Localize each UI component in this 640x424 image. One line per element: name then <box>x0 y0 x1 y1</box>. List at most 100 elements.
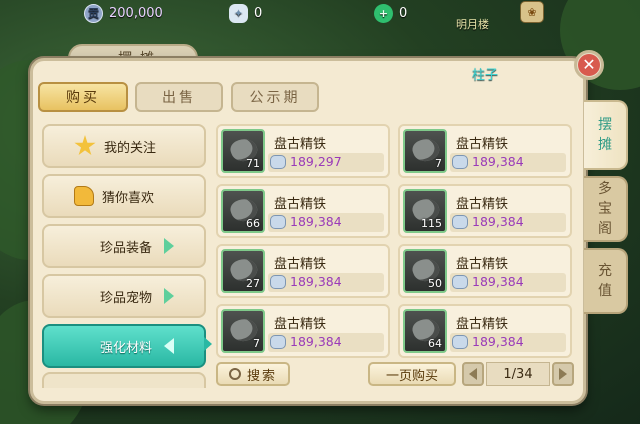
category-label: 珍品宠物 <box>99 290 152 306</box>
side-tab-stall[interactable]: 摆 摊 <box>584 100 628 170</box>
item-price: 189,297 <box>290 154 342 169</box>
buy-page-button[interactable]: 一页购买 <box>368 362 456 386</box>
item-card[interactable]: 50 盘古精铁 189,384 <box>398 244 572 298</box>
item-icon: 7 <box>221 309 265 353</box>
next-page-button[interactable] <box>552 362 574 386</box>
side-tab-char: 摊 <box>598 137 612 153</box>
star-icon <box>74 135 96 156</box>
category-rare-pets[interactable]: 珍品宠物 <box>42 274 206 318</box>
item-quantity: 7 <box>435 157 442 170</box>
jade-add-icon[interactable]: + <box>374 3 393 23</box>
chevron-left-icon <box>164 338 174 354</box>
prev-page-button[interactable] <box>462 362 484 386</box>
item-card[interactable]: 7 盘古精铁 189,384 <box>216 304 390 358</box>
item-quantity: 71 <box>246 157 260 170</box>
item-price: 189,384 <box>290 334 342 349</box>
search-icon <box>228 368 241 380</box>
category-my-follow[interactable]: 我的关注 <box>42 124 206 168</box>
side-tab-treasure-shop[interactable]: 多 宝 阁 <box>584 176 628 242</box>
item-price: 189,384 <box>290 274 342 289</box>
jade-value: 0 <box>399 5 408 21</box>
player-name: 柱子 <box>472 68 499 83</box>
category-list-next-item[interactable] <box>42 372 206 388</box>
silver-ingot-icon <box>270 275 286 289</box>
silver-currency: ✦ 0 <box>229 3 262 23</box>
silver-ingot-icon <box>452 215 468 229</box>
item-icon: 27 <box>221 249 265 293</box>
item-icon: 7 <box>403 129 447 173</box>
category-label: 珍品装备 <box>99 240 152 256</box>
item-quantity: 50 <box>428 277 442 290</box>
item-quantity: 66 <box>246 217 260 230</box>
category-enhance-materials[interactable]: 强化材料 <box>42 324 206 368</box>
silver-ingot-icon <box>452 335 468 349</box>
contribution-currency: 贡 200,000 <box>84 3 163 23</box>
tab-sell[interactable]: 出售 <box>135 82 223 112</box>
item-price: 189,384 <box>472 214 524 229</box>
silver-ingot-icon: ✦ <box>229 3 248 23</box>
chevron-left-icon <box>469 368 477 380</box>
side-tab-char: 阁 <box>598 221 612 237</box>
item-card[interactable]: 66 盘古精铁 189,384 <box>216 184 390 238</box>
event-icon[interactable]: ❀ <box>520 1 544 23</box>
item-price: 189,384 <box>290 214 342 229</box>
page-indicator: 1/34 <box>486 362 550 386</box>
side-tab-recharge[interactable]: 充 值 <box>584 248 628 314</box>
side-tab-char: 宝 <box>598 201 612 217</box>
item-quantity: 115 <box>421 217 442 230</box>
category-label: 猜你喜欢 <box>102 190 155 206</box>
search-button[interactable]: 搜索 <box>216 362 290 386</box>
item-quantity: 7 <box>253 337 260 350</box>
item-quantity: 64 <box>428 337 442 350</box>
item-price: 189,384 <box>472 274 524 289</box>
category-label: 我的关注 <box>104 140 157 156</box>
contribution-icon: 贡 <box>84 3 103 23</box>
item-name: 盘古精铁 <box>456 197 509 212</box>
top-resource-bar: 贡 200,000 ✦ 0 + 0 明月楼 ❀ <box>0 0 640 31</box>
item-icon: 64 <box>403 309 447 353</box>
item-price: 189,384 <box>472 334 524 349</box>
item-name: 盘古精铁 <box>456 137 509 152</box>
item-card[interactable]: 115 盘古精铁 189,384 <box>398 184 572 238</box>
silver-ingot-icon <box>270 215 286 229</box>
chevron-right-icon <box>559 368 567 380</box>
jade-currency[interactable]: + 0 <box>374 3 407 23</box>
category-guess-you-like[interactable]: 猜你喜欢 <box>42 174 206 218</box>
item-icon: 115 <box>403 189 447 233</box>
thumbs-up-icon <box>74 186 94 206</box>
item-name: 盘古精铁 <box>456 257 509 272</box>
side-tab-char: 摆 <box>598 117 612 133</box>
item-name: 盘古精铁 <box>274 197 327 212</box>
item-name: 盘古精铁 <box>274 137 327 152</box>
silver-ingot-icon <box>270 155 286 169</box>
item-quantity: 27 <box>246 277 260 290</box>
tab-notice[interactable]: 公示期 <box>231 82 319 112</box>
silver-ingot-icon <box>452 275 468 289</box>
side-tab-char: 多 <box>598 181 612 197</box>
item-card[interactable]: 7 盘古精铁 189,384 <box>398 124 572 178</box>
item-icon: 66 <box>221 189 265 233</box>
tab-buy[interactable]: 购买 <box>38 82 128 112</box>
side-tab-char: 充 <box>598 263 612 279</box>
item-name: 盘古精铁 <box>274 317 327 332</box>
search-label: 搜索 <box>246 368 277 384</box>
game-scene: 贡 200,000 ✦ 0 + 0 明月楼 ❀ 摆摊 柱子 ✕ 购买 出售 公示… <box>0 0 640 424</box>
item-price: 189,384 <box>472 154 524 169</box>
chevron-right-icon <box>164 238 174 254</box>
category-rare-equipment[interactable]: 珍品装备 <box>42 224 206 268</box>
category-label: 强化材料 <box>99 340 152 356</box>
close-icon[interactable]: ✕ <box>578 54 600 76</box>
contribution-value: 200,000 <box>109 5 163 21</box>
silver-ingot-icon <box>270 335 286 349</box>
item-card[interactable]: 27 盘古精铁 189,384 <box>216 244 390 298</box>
background-tag: 明月楼 <box>456 18 489 31</box>
active-category-pointer <box>204 337 212 351</box>
item-card[interactable]: 64 盘古精铁 189,384 <box>398 304 572 358</box>
close-button[interactable]: ✕ <box>574 50 604 80</box>
chevron-right-icon <box>164 288 174 304</box>
item-icon: 71 <box>221 129 265 173</box>
item-card[interactable]: 71 盘古精铁 189,297 <box>216 124 390 178</box>
silver-ingot-icon <box>452 155 468 169</box>
item-name: 盘古精铁 <box>274 257 327 272</box>
item-name: 盘古精铁 <box>456 317 509 332</box>
